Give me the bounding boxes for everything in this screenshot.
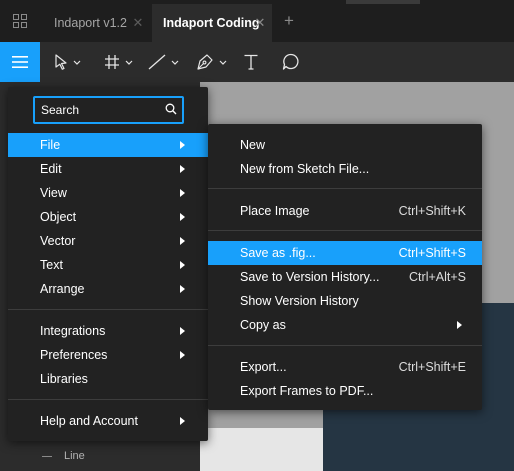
submenu-arrow-icon xyxy=(180,165,185,173)
menu-item-label: Show Version History xyxy=(240,294,359,308)
menu-item-integrations[interactable]: Integrations xyxy=(8,319,208,343)
line-layer-icon xyxy=(42,455,52,457)
menu-item-edit[interactable]: Edit xyxy=(8,157,208,181)
shortcut-label: Ctrl+Shift+K xyxy=(398,204,466,218)
submenu-arrow-icon xyxy=(180,417,185,425)
submenu-arrow-icon xyxy=(180,327,185,335)
submenu-arrow-icon xyxy=(457,321,462,329)
move-tool[interactable] xyxy=(54,51,81,73)
file-menu-copy-as[interactable]: Copy as xyxy=(208,313,482,337)
file-menu-save-as-fig[interactable]: Save as .fig... Ctrl+Shift+S xyxy=(208,241,482,265)
submenu-arrow-icon xyxy=(180,189,185,197)
hamburger-icon xyxy=(12,56,28,68)
menu-divider xyxy=(208,188,482,189)
menu-item-help-and-account[interactable]: Help and Account xyxy=(8,409,208,433)
menu-item-label: New xyxy=(240,138,266,152)
menu-item-label: Save as .fig... xyxy=(240,246,316,260)
menu-item-label: Integrations xyxy=(40,324,106,338)
comment-bubble-icon xyxy=(282,53,299,70)
tab-label: Indaport v1.2 xyxy=(54,16,127,30)
file-menu-new-from-sketch[interactable]: New from Sketch File... xyxy=(208,157,482,181)
layer-item-line[interactable]: Line xyxy=(42,450,85,462)
shortcut-label: Ctrl+Shift+E xyxy=(398,360,466,374)
menu-divider xyxy=(208,345,482,346)
menu-item-label: File xyxy=(40,138,61,152)
menu-item-label: Preferences xyxy=(40,348,108,362)
tab-indaport-coding[interactable]: Indaport Coding ✕ xyxy=(152,4,272,42)
menu-item-label: Export... xyxy=(240,360,287,374)
line-icon xyxy=(148,54,166,70)
menu-divider xyxy=(8,309,208,310)
close-tab-icon[interactable]: ✕ xyxy=(132,16,144,29)
menu-item-label: Object xyxy=(40,210,77,224)
toolbar xyxy=(0,42,514,82)
file-menu-save-to-version-history[interactable]: Save to Version History... Ctrl+Alt+S xyxy=(208,265,482,289)
submenu-arrow-icon xyxy=(180,285,185,293)
tab-indaport-v12[interactable]: Indaport v1.2 ✕ xyxy=(40,4,152,42)
comment-tool[interactable] xyxy=(282,51,300,73)
menu-item-label: Libraries xyxy=(40,372,88,386)
menu-item-label: View xyxy=(40,186,67,200)
main-menu-button[interactable] xyxy=(0,42,40,82)
home-grid-icon[interactable] xyxy=(0,0,40,42)
tab-bar: Indaport v1.2 ✕ Indaport Coding ✕ + xyxy=(0,0,514,42)
chevron-down-icon xyxy=(125,60,133,65)
frame-hash-icon xyxy=(105,55,119,69)
chevron-down-icon xyxy=(219,60,227,65)
submenu-arrow-icon xyxy=(180,141,185,149)
file-menu-new[interactable]: New xyxy=(208,133,482,157)
submenu-arrow-icon xyxy=(180,237,185,245)
chevron-down-icon xyxy=(171,60,179,65)
plus-icon[interactable]: + xyxy=(281,12,297,29)
menu-item-object[interactable]: Object xyxy=(8,205,208,229)
menu-item-label: Export Frames to PDF... xyxy=(240,384,374,398)
shortcut-label: Ctrl+Alt+S xyxy=(409,270,466,284)
frame-tool[interactable] xyxy=(104,51,133,73)
line-tool[interactable] xyxy=(148,51,179,73)
menu-divider xyxy=(208,230,482,231)
shortcut-label: Ctrl+Shift+S xyxy=(398,246,466,260)
menu-item-label: Edit xyxy=(40,162,62,176)
layer-label: Line xyxy=(64,450,85,462)
search-icon xyxy=(165,103,177,115)
close-tab-icon[interactable]: ✕ xyxy=(254,16,266,29)
main-menu: Search File Edit View Object Vector Text… xyxy=(8,87,208,441)
menu-item-label: Text xyxy=(40,258,63,272)
menu-item-label: Arrange xyxy=(40,282,85,296)
menu-item-label: Place Image xyxy=(240,204,310,218)
pen-nib-icon xyxy=(197,54,213,70)
submenu-arrow-icon xyxy=(180,261,185,269)
file-menu-export[interactable]: Export... Ctrl+Shift+E xyxy=(208,355,482,379)
menu-item-preferences[interactable]: Preferences xyxy=(8,343,208,367)
canvas-light-strip xyxy=(200,428,323,471)
search-placeholder: Search xyxy=(41,103,80,117)
submenu-arrow-icon xyxy=(180,213,185,221)
file-menu-place-image[interactable]: Place Image Ctrl+Shift+K xyxy=(208,199,482,223)
menu-item-label: Vector xyxy=(40,234,76,248)
tab-label: Indaport Coding xyxy=(163,16,260,30)
menu-item-vector[interactable]: Vector xyxy=(8,229,208,253)
file-submenu: New New from Sketch File... Place Image … xyxy=(208,124,482,410)
cursor-arrow-icon xyxy=(55,54,67,70)
text-tool[interactable] xyxy=(243,51,259,73)
menu-divider xyxy=(8,399,208,400)
menu-item-label: New from Sketch File... xyxy=(240,162,370,176)
menu-item-arrange[interactable]: Arrange xyxy=(8,277,208,301)
menu-item-label: Save to Version History... xyxy=(240,270,380,284)
menu-item-view[interactable]: View xyxy=(8,181,208,205)
text-t-icon xyxy=(244,54,258,70)
menu-item-file[interactable]: File xyxy=(8,133,208,157)
menu-item-label: Help and Account xyxy=(40,414,138,428)
pen-tool[interactable] xyxy=(196,51,227,73)
file-menu-export-frames-pdf[interactable]: Export Frames to PDF... xyxy=(208,379,482,403)
menu-item-label: Copy as xyxy=(240,318,286,332)
chevron-down-icon xyxy=(73,60,81,65)
menu-item-libraries[interactable]: Libraries xyxy=(8,367,208,391)
title-strip xyxy=(346,0,420,4)
menu-item-text[interactable]: Text xyxy=(8,253,208,277)
submenu-arrow-icon xyxy=(180,351,185,359)
file-menu-show-version-history[interactable]: Show Version History xyxy=(208,289,482,313)
menu-search-input[interactable]: Search xyxy=(33,96,184,124)
